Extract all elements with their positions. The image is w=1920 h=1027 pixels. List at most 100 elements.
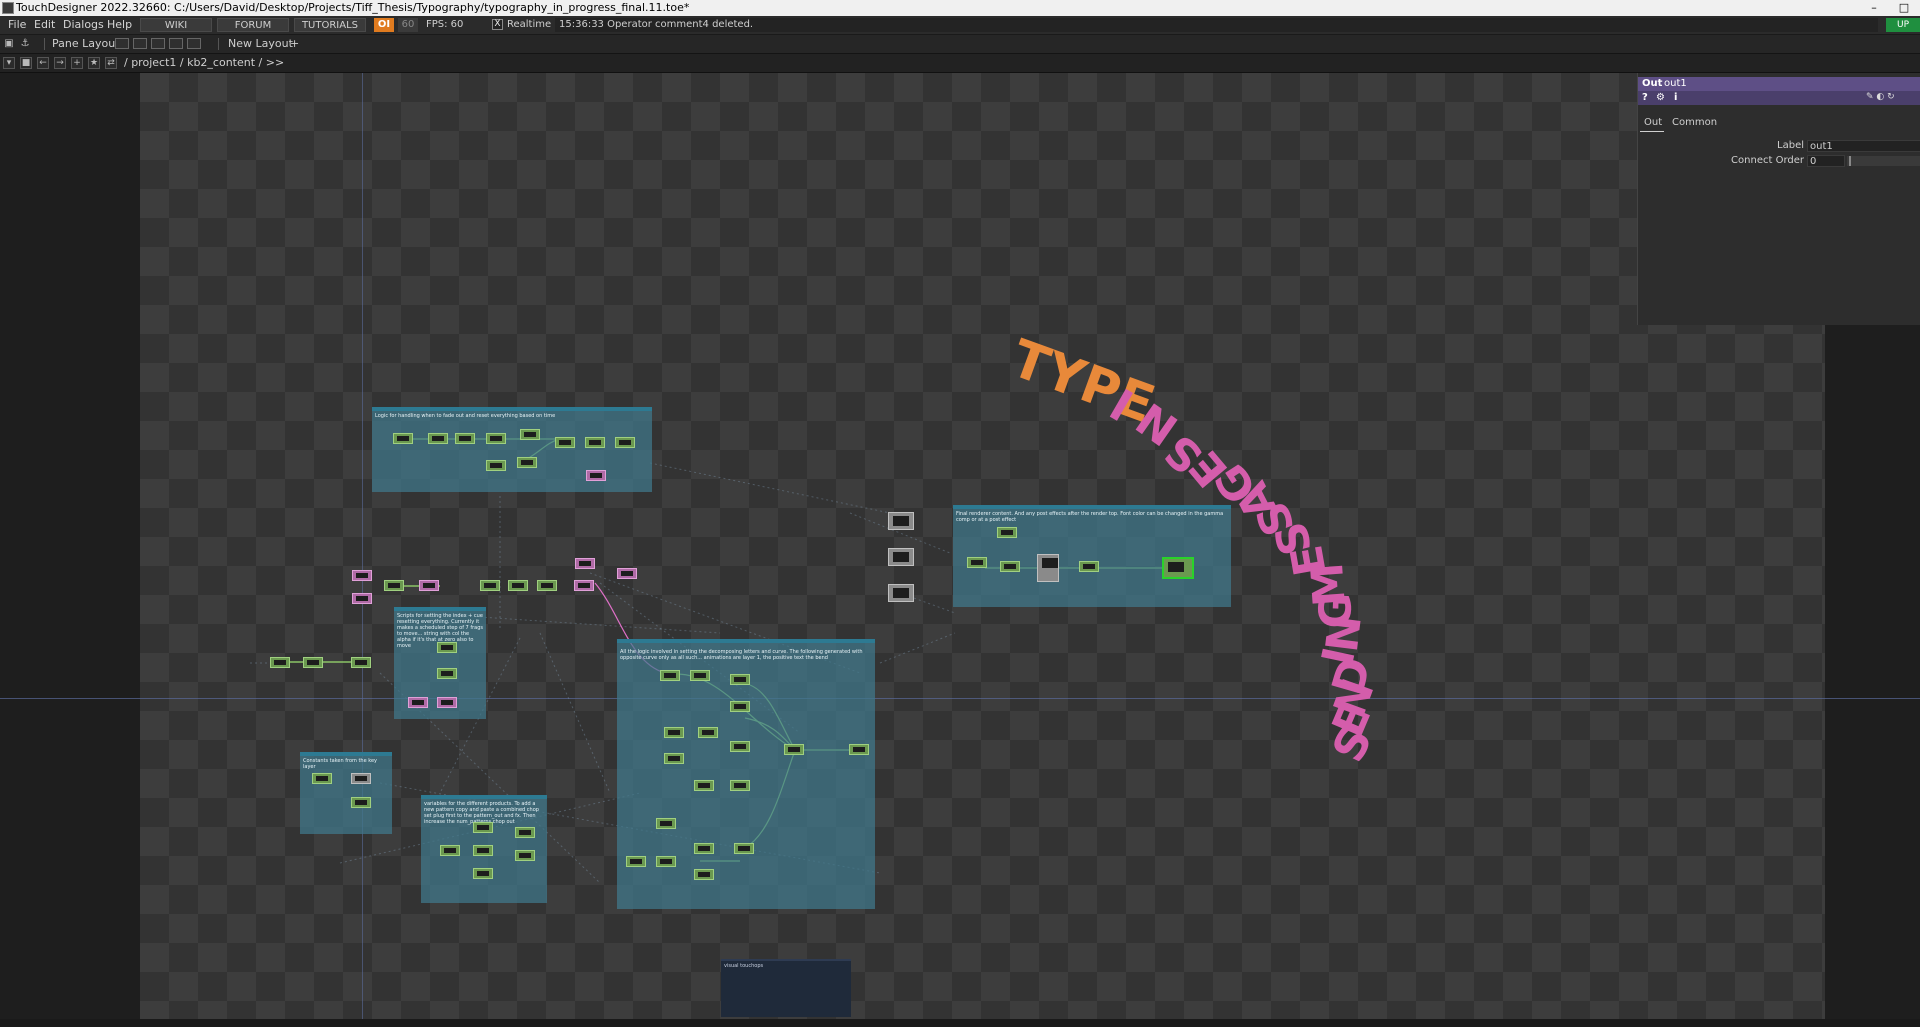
help-icon[interactable]: ? (1642, 92, 1648, 103)
stop-icon[interactable]: ■ (20, 57, 32, 69)
operator-node[interactable] (656, 856, 676, 867)
layout-grid-button[interactable] (187, 38, 201, 49)
slider-handle[interactable] (1849, 156, 1851, 166)
maximize-icon[interactable]: □ (1894, 0, 1914, 16)
comment-constants-box[interactable]: Constants taken from the key layer (300, 752, 392, 834)
operator-node[interactable] (664, 753, 684, 764)
operator-node[interactable] (408, 697, 428, 708)
operator-node[interactable] (730, 701, 750, 712)
operator-node[interactable] (480, 580, 500, 591)
operator-node[interactable] (351, 657, 371, 668)
layout-single-button[interactable] (115, 38, 129, 49)
operator-node[interactable] (351, 797, 371, 808)
operator-node[interactable] (303, 657, 323, 668)
operator-node[interactable] (664, 727, 684, 738)
operator-node[interactable] (508, 580, 528, 591)
tab-common[interactable]: Common (1672, 117, 1717, 128)
operator-node[interactable] (730, 780, 750, 791)
menu-help[interactable]: Help (107, 18, 132, 32)
operator-node[interactable] (455, 433, 475, 444)
operator-node[interactable] (555, 437, 575, 448)
operator-node[interactable] (440, 845, 460, 856)
operator-node[interactable] (393, 433, 413, 444)
operator-name[interactable]: out1 (1664, 78, 1687, 89)
python-help-icon[interactable]: ⚙ (1656, 92, 1665, 103)
connect-order-slider[interactable] (1847, 156, 1920, 166)
operator-node[interactable] (730, 741, 750, 752)
operator-node[interactable] (888, 548, 914, 566)
anchor-icon[interactable]: ⚓ (19, 38, 31, 50)
tab-out[interactable]: Out (1644, 117, 1662, 128)
connect-order-field[interactable]: 0 (1807, 155, 1845, 167)
operator-node[interactable] (473, 845, 493, 856)
update-button[interactable]: UP (1886, 18, 1920, 32)
image-icon[interactable]: ▣ (3, 38, 15, 50)
operator-node[interactable] (515, 850, 535, 861)
operator-node[interactable] (660, 670, 680, 681)
operator-node[interactable] (730, 674, 750, 685)
layout-quad-button[interactable] (169, 38, 183, 49)
operator-node[interactable] (351, 773, 371, 784)
info-icon[interactable]: i (1674, 92, 1677, 103)
operator-node[interactable] (849, 744, 869, 755)
label-field[interactable]: out1 (1807, 140, 1920, 152)
new-layout-label[interactable]: New Layout (228, 37, 293, 51)
link-icon[interactable]: ⇄ (105, 57, 117, 69)
operator-node[interactable] (734, 843, 754, 854)
layout-split-button[interactable] (133, 38, 147, 49)
bookmark-icon[interactable]: ★ (88, 57, 100, 69)
operator-node[interactable] (784, 744, 804, 755)
operator-node[interactable] (352, 593, 372, 604)
operator-node[interactable] (437, 668, 457, 679)
operator-node[interactable] (690, 670, 710, 681)
operator-node[interactable] (486, 433, 506, 444)
minimize-icon[interactable]: – (1864, 0, 1884, 16)
operator-node[interactable] (486, 460, 506, 471)
operator-node[interactable] (585, 437, 605, 448)
operator-node[interactable] (473, 868, 493, 879)
forward-icon[interactable]: → (54, 57, 66, 69)
operator-node[interactable] (694, 843, 714, 854)
operator-node[interactable] (437, 642, 457, 653)
menu-dialogs[interactable]: Dialogs (63, 18, 104, 32)
menu-file[interactable]: File (8, 18, 26, 32)
add-icon[interactable]: + (71, 57, 83, 69)
wiki-button[interactable]: WIKI (140, 18, 212, 32)
operator-node[interactable] (352, 570, 372, 581)
operator-node[interactable] (694, 780, 714, 791)
operator-node[interactable] (694, 869, 714, 880)
operator-node[interactable] (384, 580, 404, 591)
back-icon[interactable]: ← (37, 57, 49, 69)
operator-node[interactable] (270, 657, 290, 668)
dropdown-icon[interactable]: ▾ (3, 57, 15, 69)
param-tools-icons[interactable]: ✎ ◐ ↻ (1866, 92, 1895, 102)
forum-button[interactable]: FORUM (217, 18, 289, 32)
operator-node[interactable] (517, 457, 537, 468)
operator-node[interactable] (473, 822, 493, 833)
fps-cap-field[interactable]: 60 (398, 18, 418, 32)
operator-node[interactable] (312, 773, 332, 784)
operator-node[interactable] (888, 584, 914, 602)
add-layout-icon[interactable]: + (290, 37, 299, 51)
comment-visual-box[interactable]: visual touchops (721, 959, 851, 1017)
operator-node[interactable] (428, 433, 448, 444)
comment-logic-box[interactable]: Logic for handling when to fade out and … (372, 407, 652, 492)
operator-node[interactable] (419, 580, 439, 591)
tutorials-button[interactable]: TUTORIALS (294, 18, 366, 32)
menu-edit[interactable]: Edit (34, 18, 55, 32)
operator-node[interactable] (656, 818, 676, 829)
oi-indicator[interactable]: OI (374, 18, 394, 32)
operator-node[interactable] (574, 580, 594, 591)
operator-node[interactable] (520, 429, 540, 440)
layout-triple-button[interactable] (151, 38, 165, 49)
operator-node[interactable] (537, 580, 557, 591)
operator-node[interactable] (617, 568, 637, 579)
operator-node[interactable] (698, 727, 718, 738)
operator-node[interactable] (575, 558, 595, 569)
operator-node[interactable] (586, 470, 606, 481)
operator-node[interactable] (626, 856, 646, 867)
realtime-checkbox[interactable]: X (492, 19, 503, 30)
operator-node[interactable] (515, 827, 535, 838)
operator-node[interactable] (888, 512, 914, 530)
network-editor[interactable]: Logic for handling when to fade out and … (0, 73, 1920, 1027)
